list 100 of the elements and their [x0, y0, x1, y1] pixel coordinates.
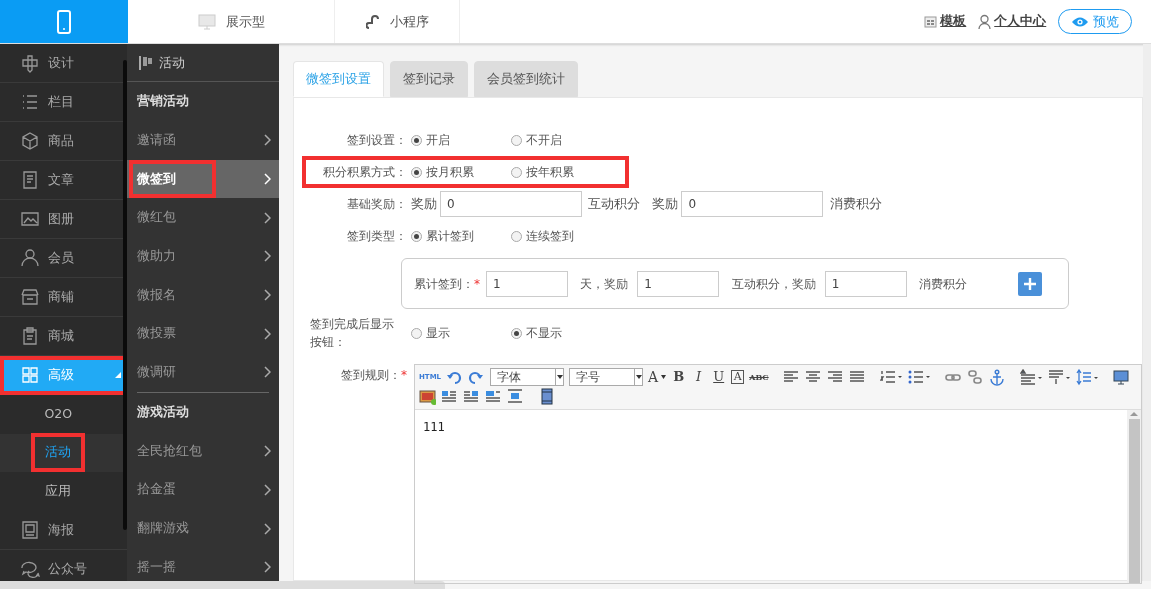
chevron-icon — [263, 173, 271, 186]
field-label: 签到设置： — [345, 132, 408, 149]
line-height-button[interactable] — [1075, 368, 1099, 386]
submenu-item[interactable]: 邀请函 — [126, 121, 279, 160]
add-button[interactable] — [1017, 271, 1042, 296]
image-center-button[interactable] — [507, 387, 524, 405]
input-field[interactable]: 0 — [440, 191, 582, 217]
flag-icon — [138, 54, 153, 71]
numbered-list-button[interactable] — [879, 368, 903, 386]
chevron-icon — [263, 366, 271, 379]
required-mark: * — [473, 275, 480, 293]
anchor-icon — [988, 368, 1006, 386]
submenu-item[interactable]: 微调研 — [126, 353, 279, 392]
unlink-icon — [966, 368, 984, 386]
submenu-item[interactable]: 微签到 — [126, 159, 279, 199]
radio-button[interactable] — [410, 230, 422, 242]
input-field[interactable]: 1 — [485, 270, 568, 297]
template-icon — [924, 15, 938, 28]
font-select[interactable]: 字体 — [490, 368, 565, 386]
submenu-item[interactable]: 微报名 — [126, 275, 279, 315]
input-field[interactable]: 1 — [824, 270, 907, 297]
radio-option[interactable]: 按月积累 — [410, 163, 511, 181]
monitor-icon — [197, 13, 216, 30]
caret-icon — [661, 375, 667, 379]
group-heading: 营销活动 — [135, 92, 190, 111]
radio-button[interactable] — [510, 166, 522, 178]
underline-button[interactable]: U — [711, 368, 727, 386]
group-heading: 游戏活动 — [135, 402, 190, 421]
radio-button[interactable] — [510, 327, 522, 339]
radio-button[interactable] — [410, 134, 422, 146]
film-button[interactable] — [539, 387, 556, 405]
submenu-item[interactable]: 微投票 — [126, 314, 279, 354]
bold-button[interactable]: B — [671, 368, 687, 386]
sidebar-icon — [20, 92, 40, 112]
spacing-button[interactable] — [1019, 368, 1043, 386]
font-color-button[interactable]: A — [648, 368, 667, 386]
field-label: 签到完成后显示按钮： — [308, 316, 395, 351]
radio-button[interactable] — [410, 166, 422, 178]
field-label: 奖励 — [410, 194, 437, 213]
radio-button[interactable] — [510, 230, 522, 242]
anchor-button[interactable] — [988, 368, 1006, 386]
strikethrough-button[interactable]: ABC — [749, 368, 769, 386]
editor-content[interactable]: 111 — [415, 409, 1127, 583]
submenu-item[interactable]: 全民抢红包 — [126, 431, 279, 471]
image-center-icon — [507, 387, 524, 405]
radio-option[interactable]: 按年积累 — [510, 163, 611, 181]
sidebar-icon — [20, 248, 40, 268]
radio-button[interactable] — [510, 134, 522, 146]
spacing-icon — [1047, 368, 1071, 386]
radio-option[interactable]: 连续签到 — [510, 227, 611, 245]
field-unit: 互动积分，奖励 — [731, 275, 816, 293]
sidebar-icon — [20, 519, 40, 540]
bullet-list-icon — [907, 368, 931, 386]
monitor-button[interactable] — [1112, 368, 1130, 386]
image-button[interactable] — [419, 387, 436, 405]
radio-option[interactable]: 开启 — [410, 131, 511, 149]
link-icon — [365, 13, 380, 30]
scrollbar[interactable] — [1127, 409, 1141, 583]
submenu-item[interactable]: 微红包 — [126, 198, 279, 238]
top-link[interactable]: 模板 — [924, 0, 967, 43]
field-label: 累计签到： — [413, 275, 474, 293]
radio-option[interactable]: 不开启 — [510, 131, 611, 149]
tab[interactable]: 签到记录 — [389, 61, 468, 97]
submenu-item[interactable]: 微助力 — [126, 237, 279, 276]
submenu-item[interactable]: 拾金蛋 — [126, 470, 279, 510]
radio-option[interactable]: 累计签到 — [410, 227, 511, 245]
top-tab[interactable]: 展示型 — [128, 0, 335, 43]
field-label: 奖励 — [652, 194, 679, 213]
chevron-icon — [263, 134, 271, 147]
bullet-list-button[interactable] — [907, 368, 931, 386]
field-unit: 互动积分 — [588, 194, 641, 213]
submenu-title: 活动 — [158, 53, 185, 72]
border-button[interactable]: A — [731, 370, 745, 384]
radio-option[interactable]: 不显示 — [510, 324, 611, 342]
caret-icon — [556, 375, 563, 379]
radio-button[interactable] — [410, 327, 422, 339]
chevron-icon — [263, 211, 271, 224]
spacing-icon — [1019, 368, 1043, 386]
sidebar-subitem[interactable]: O2O — [0, 395, 127, 434]
unlink-button[interactable] — [966, 368, 984, 386]
radio-option[interactable]: 显示 — [410, 324, 511, 342]
scrollbar[interactable] — [1143, 44, 1151, 581]
sidebar-icon — [20, 53, 40, 73]
required-mark: * — [400, 366, 407, 384]
chevron-icon — [263, 250, 271, 263]
top-tab[interactable]: 小程序 — [335, 0, 460, 43]
spacing-button[interactable] — [1047, 368, 1071, 386]
logo-block[interactable] — [0, 0, 128, 43]
chevron-icon — [263, 445, 271, 458]
phone-icon — [57, 9, 71, 34]
film-icon — [539, 387, 556, 405]
font-select[interactable]: 字号 — [569, 368, 644, 386]
submenu-item[interactable]: 翻牌游戏 — [126, 509, 279, 548]
line-height-icon — [1075, 368, 1099, 386]
input-field[interactable]: 1 — [637, 270, 720, 297]
tab[interactable]: 会员签到统计 — [473, 61, 578, 97]
scrollbar[interactable] — [123, 60, 127, 530]
sidebar-subitem[interactable]: 应用 — [0, 472, 127, 511]
italic-button[interactable]: I — [691, 368, 707, 386]
input-field[interactable]: 0 — [681, 191, 824, 217]
